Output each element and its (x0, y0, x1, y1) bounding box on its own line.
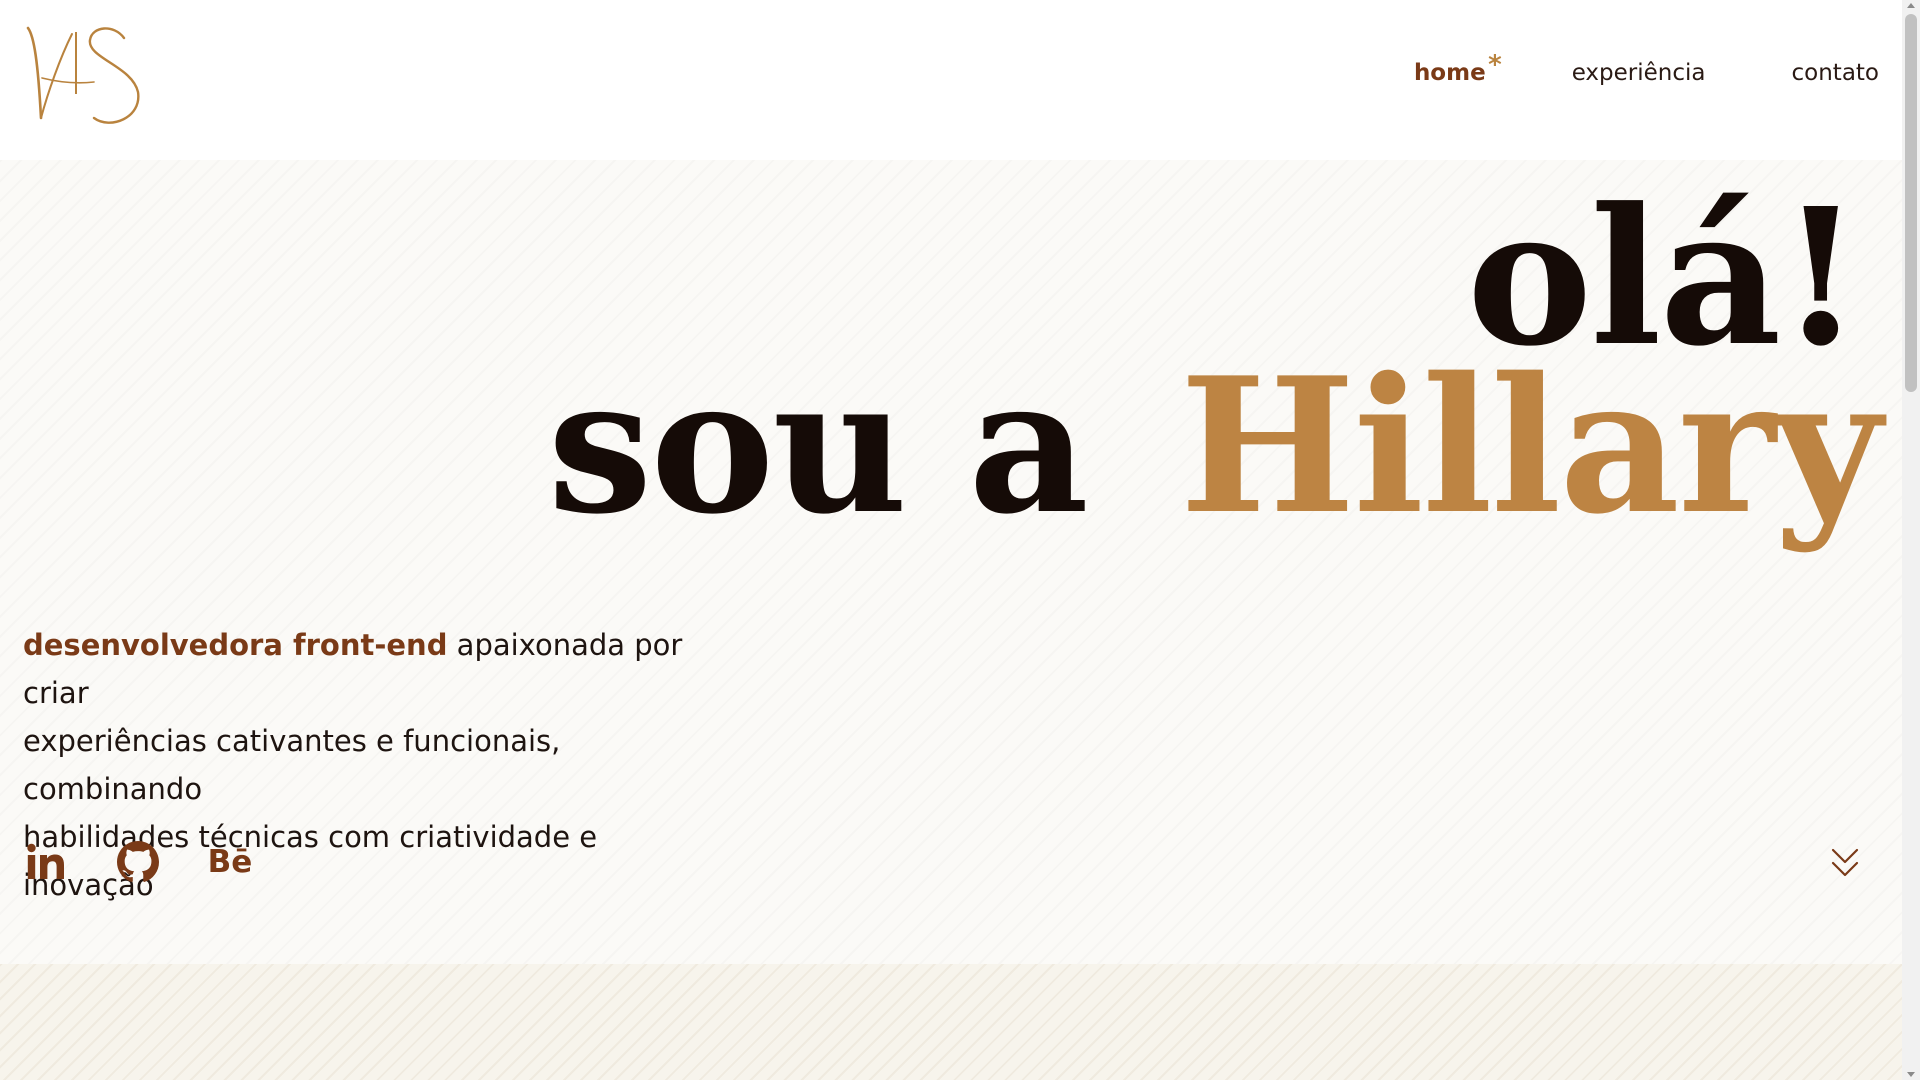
active-asterisk-icon: * (1488, 50, 1502, 80)
hero-section: olá! sou a Hillary desenvolvedora front-… (0, 160, 1902, 964)
description-line2: experiências cativantes e funcionais, co… (23, 724, 561, 806)
nav-link-contato[interactable]: contato (1792, 60, 1880, 86)
main-nav: home * experiência contato (1413, 50, 1880, 86)
linkedin-icon (27, 843, 64, 879)
site-header: home * experiência contato (0, 0, 1902, 160)
scroll-up-arrow-icon[interactable] (1907, 3, 1915, 8)
linkedin-link[interactable] (24, 840, 68, 884)
github-link[interactable] (116, 840, 160, 884)
next-section (0, 964, 1902, 1080)
hero-intro-prefix: sou a (547, 336, 1089, 555)
nav-label-home: home (1413, 60, 1486, 86)
github-icon (117, 841, 159, 882)
double-chevron-down-icon (1831, 848, 1859, 877)
hero-name: Hillary (1179, 336, 1882, 555)
nav-link-experiencia[interactable]: experiência (1572, 60, 1706, 86)
nav-link-home[interactable]: home * (1413, 50, 1502, 86)
scroll-down-arrow-icon[interactable] (1907, 1072, 1915, 1077)
hero-headline: sou a Hillary (548, 352, 1882, 540)
behance-link[interactable]: Bē (207, 840, 253, 884)
page-scrollbar[interactable] (1902, 0, 1920, 1080)
behance-icon: Bē (207, 844, 253, 880)
scroll-down-button[interactable] (1830, 846, 1860, 880)
social-links: Bē (24, 840, 252, 884)
scrollbar-thumb[interactable] (1905, 14, 1917, 392)
page: home * experiência contato olá! sou a Hi… (0, 0, 1902, 1080)
vs-monogram-logo-icon (26, 26, 140, 124)
vs-logo[interactable] (24, 22, 144, 132)
description-highlight: desenvolvedora front-end (23, 628, 448, 662)
